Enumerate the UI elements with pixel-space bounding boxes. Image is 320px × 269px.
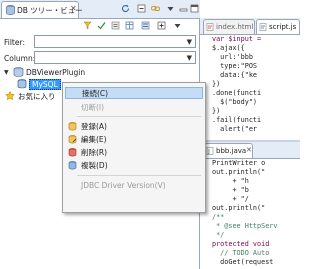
editor-tab-bar-top: index.html script.js [200, 18, 300, 35]
menu-item-disconnect[interactable]: 切断(I) [65, 101, 203, 113]
tree-item-mysql[interactable]: MySQL [16, 78, 61, 90]
plugin-folder-icon [12, 67, 24, 78]
tab-label: bbb.java [216, 147, 247, 155]
view-tab-bar: DB ツリー・ビュー ✕ [0, 0, 200, 19]
editor-tab-bar-bottom: J bbb.java ✕ [200, 142, 300, 159]
filter-combo[interactable]: ▼ [34, 35, 196, 48]
refresh-icon[interactable] [120, 3, 130, 13]
code-line: out.println(" [212, 168, 266, 176]
link-with-editor-icon[interactable] [150, 3, 160, 13]
context-menu: 接続(C) 切断(I) 登録(A) 編集(E) 削除(R) 複製(D) JDBC… [62, 82, 206, 213]
tree-item-label: DBViewerPlugin [26, 67, 86, 77]
html-file-icon [206, 23, 214, 31]
menu-item-edit[interactable]: 編集(E) [65, 133, 203, 145]
maximize-icon[interactable] [189, 3, 199, 13]
code-line: + "b [212, 186, 249, 194]
menu-item-duplicate[interactable]: 複製(D) [65, 159, 203, 171]
chevron-down-icon[interactable]: ▼ [187, 38, 192, 46]
collapse-all-icon[interactable] [136, 3, 146, 13]
code-line: + "h [212, 177, 249, 185]
dropdown-menu-icon[interactable] [172, 20, 182, 30]
code-line: doGet(request [212, 258, 274, 266]
menu-item-label: 切断(I) [81, 102, 105, 112]
register-icon [67, 121, 77, 131]
tab-index-html[interactable]: index.html [203, 19, 255, 34]
menu-item-label: 接続(C) [82, 88, 109, 98]
column-label: Column: [4, 54, 36, 63]
menu-item-jdbc-version[interactable]: JDBC Driver Version(V) [65, 179, 203, 191]
table-icon[interactable] [124, 20, 134, 30]
code-line: PrintWriter o [212, 159, 266, 167]
code-line: url:'bbb [212, 53, 253, 61]
tab-label: script.js [269, 23, 297, 31]
code-line: }) [212, 107, 221, 115]
menu-item-label: 削除(R) [81, 147, 108, 157]
tab-bbb-java[interactable]: J bbb.java ✕ [203, 143, 253, 158]
code-line: */ [212, 231, 225, 239]
code-line: .fail(functi [212, 116, 262, 124]
edit-icon [67, 134, 77, 144]
database-connection-icon [16, 79, 27, 90]
filter-icon[interactable] [82, 20, 92, 30]
close-tab-icon[interactable]: ✕ [246, 146, 252, 154]
filter-label: Filter: [4, 38, 25, 47]
menu-item-delete[interactable]: 削除(R) [65, 146, 203, 158]
view-tab-db-tree[interactable]: DB ツリー・ビュー ✕ [1, 1, 83, 18]
tree-item-favorites[interactable]: お気に入り [4, 90, 56, 102]
menu-item-label: JDBC Driver Version(V) [81, 180, 166, 190]
code-line: protected void [212, 240, 270, 248]
code-line: + "/ [212, 195, 249, 203]
code-line: out.println(" [212, 204, 266, 212]
properties-icon[interactable] [140, 20, 150, 30]
menu-separator [77, 116, 201, 117]
code-editor-bottom[interactable]: PrintWriter o out.println(" + "h + "b + "… [212, 159, 312, 269]
menu-item-label: 複製(D) [81, 160, 108, 170]
svg-text:J: J [207, 149, 209, 155]
code-line: type:"POS [212, 62, 258, 70]
delete-icon [67, 147, 77, 157]
column-combo[interactable]: ▼ [34, 51, 196, 64]
menu-item-connect[interactable]: 接続(C) [65, 87, 203, 99]
code-line: $("body") [212, 98, 258, 106]
database-icon [5, 5, 15, 15]
editor-area: index.html script.js var $input = $.ajax(… [200, 0, 300, 269]
code-line: }) [212, 80, 221, 88]
js-file-icon [259, 23, 267, 31]
menu-item-label: 編集(E) [81, 134, 107, 144]
sql-icon[interactable] [110, 20, 120, 30]
code-line: data:{"ke [212, 71, 258, 79]
tab-script-js[interactable]: script.js [256, 19, 300, 34]
star-icon [4, 91, 16, 102]
menu-item-label: 登録(A) [81, 121, 107, 131]
code-line: var $input = [212, 35, 262, 43]
expand-icon[interactable] [156, 20, 166, 30]
menu-separator [77, 175, 201, 176]
view-menu-icon[interactable] [165, 3, 175, 13]
minimize-icon[interactable] [178, 3, 188, 13]
expanded-arrow-icon[interactable]: ▼ [4, 69, 12, 76]
code-line: .done(functi [212, 89, 262, 97]
menu-item-register[interactable]: 登録(A) [65, 120, 203, 132]
code-line: $.ajax({ [212, 44, 245, 52]
tree-item-root[interactable]: ▼ DBViewerPlugin [4, 66, 85, 78]
check-icon[interactable] [96, 20, 106, 30]
tree-item-label: お気に入り [18, 91, 56, 101]
code-line: * @see HttpServ [212, 222, 278, 230]
code-line: alert("er [212, 125, 258, 133]
duplicate-icon [67, 160, 77, 170]
java-file-icon: J [206, 147, 214, 155]
tree-item-label-selected: MySQL [29, 78, 61, 90]
code-editor-top[interactable]: var $input = $.ajax({ url:'bbb type:"POS … [212, 35, 312, 140]
view-toolbar [0, 19, 199, 32]
code-line: /** [212, 213, 225, 221]
tab-label: index.html [216, 23, 254, 31]
chevron-down-icon[interactable]: ▼ [187, 54, 192, 62]
close-tab-icon[interactable]: ✕ [70, 4, 77, 13]
code-line: // TODO Auto [212, 249, 270, 257]
